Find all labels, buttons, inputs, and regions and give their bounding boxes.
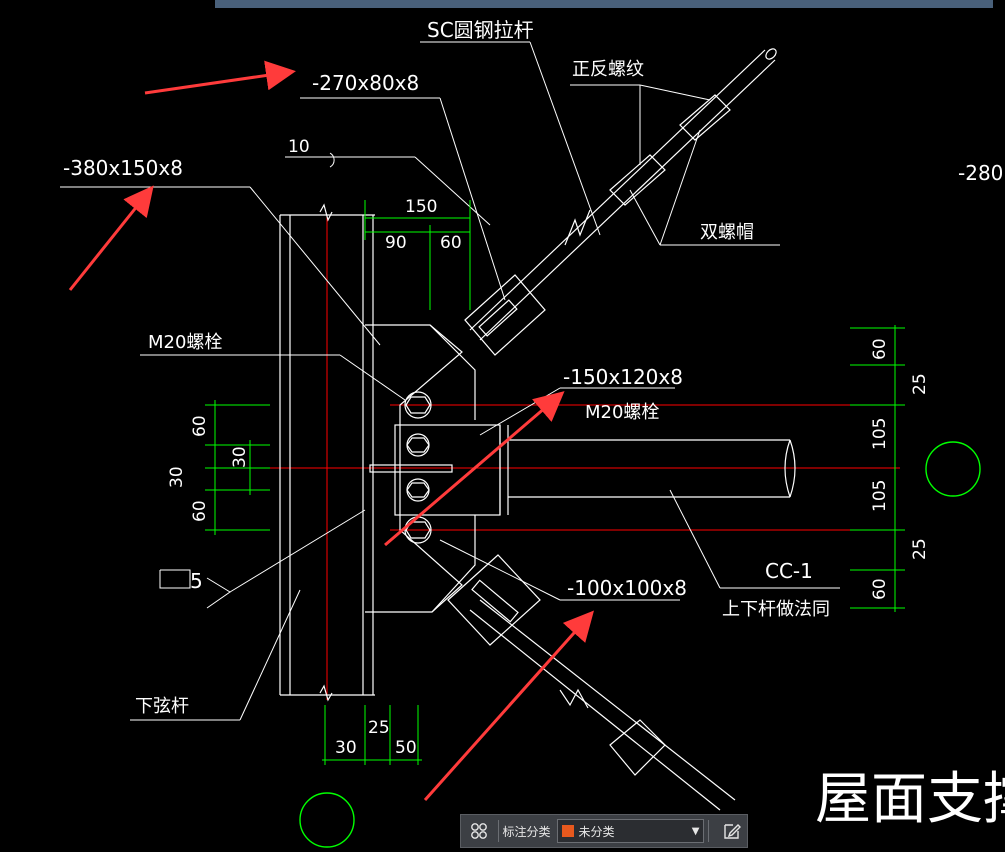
label-sc-rod: SC圆钢拉杆 <box>427 18 534 42</box>
label-double-nut: 双螺帽 <box>700 222 754 243</box>
label-cc1: CC-1 <box>765 559 813 583</box>
label-bolt-m20-left: M20螺栓 <box>148 332 222 353</box>
label-plate-150: -150x120x8 <box>563 365 683 389</box>
dim-bottom-30: 30 <box>335 738 357 758</box>
dim-top-150: 150 <box>405 197 437 217</box>
label-same-method: 上下杆做法同 <box>722 599 830 620</box>
category-label: 标注分类 <box>502 824 551 839</box>
dim-right-60a: 60 <box>870 338 890 360</box>
category-select[interactable]: 未分类 ▼ <box>556 819 705 843</box>
cad-drawing-canvas[interactable]: SC圆钢拉杆 正反螺纹 双螺帽 -270x80x8 -380x150x8 -28… <box>0 0 1005 852</box>
dim-right-25b: 25 <box>910 538 930 560</box>
grid-icon[interactable] <box>464 816 494 846</box>
label-lower-chord: 下弦杆 <box>135 696 189 717</box>
label-weld-5: 5 <box>190 569 203 593</box>
dim-left-60b: 60 <box>190 500 210 522</box>
edit-icon[interactable] <box>717 816 747 846</box>
annotation-category-toolbar: 标注分类 未分类 ▼ <box>460 814 748 848</box>
dim-top-90: 90 <box>385 233 407 253</box>
label-plate-270: -270x80x8 <box>312 71 419 95</box>
label-plate-380: -380x150x8 <box>63 156 183 180</box>
dim-left-60a: 60 <box>190 415 210 437</box>
category-color-swatch <box>561 825 574 837</box>
dim-left-30b: 30 <box>167 466 187 488</box>
dim-right-25a: 25 <box>910 373 930 395</box>
dimension-lines <box>205 200 905 765</box>
label-thread: 正反螺纹 <box>572 59 644 80</box>
label-plate-100: -100x100x8 <box>567 576 687 600</box>
dim-left-30a: 30 <box>230 446 250 468</box>
toolbar-divider <box>708 820 710 842</box>
label-weld-10: 10 <box>288 137 310 157</box>
dim-top-60: 60 <box>440 233 462 253</box>
structure-lines <box>279 48 796 811</box>
toolbar-divider <box>497 820 499 842</box>
chevron-down-icon: ▼ <box>691 825 700 837</box>
dim-right-105a: 105 <box>870 418 890 450</box>
annotation-arrows <box>68 60 594 801</box>
dim-right-105b: 105 <box>870 480 890 512</box>
dim-bottom-50: 50 <box>395 738 417 758</box>
label-plate-280: -280 <box>958 161 1003 185</box>
centerlines <box>270 215 900 700</box>
label-title-partial: 屋面支撑(S <box>815 767 1005 832</box>
dim-right-60b: 60 <box>870 578 890 600</box>
category-select-value: 未分类 <box>578 824 615 839</box>
label-bolt-m20-right: M20螺栓 <box>585 402 659 423</box>
dim-bottom-25: 25 <box>368 718 390 738</box>
